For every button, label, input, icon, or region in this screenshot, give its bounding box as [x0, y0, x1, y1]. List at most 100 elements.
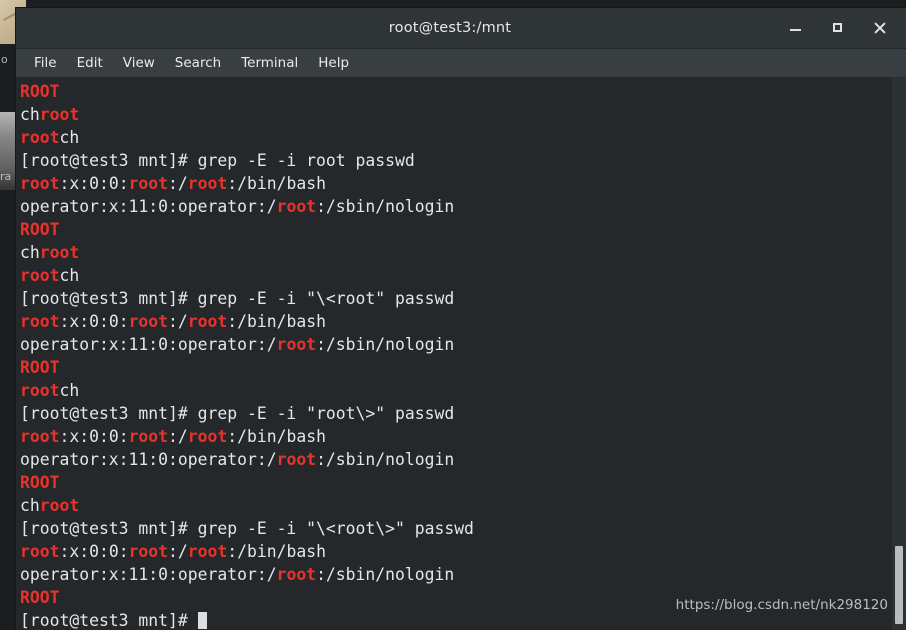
match-highlight: root [128, 312, 169, 331]
match-highlight: root [128, 542, 169, 561]
match-highlight: root [128, 174, 169, 193]
terminal-line: operator:x:11:0:operator:/root:/sbin/nol… [20, 195, 906, 218]
terminal-line: chroot [20, 494, 906, 517]
terminal-line: [root@test3 mnt]# grep -E -i "root\>" pa… [20, 402, 906, 425]
terminal-text: [root@test3 mnt]# grep -E -i root passwd [20, 151, 415, 170]
terminal-text: [root@test3 mnt]# grep -E -i "\<root\>" … [20, 519, 474, 538]
terminal-line: ROOT [20, 471, 906, 494]
terminal-line: root:x:0:0:root:/root:/bin/bash [20, 310, 906, 333]
terminal-line: ROOT [20, 356, 906, 379]
watermark-text: https://blog.csdn.net/nk298120 [675, 597, 888, 613]
match-highlight: root [20, 381, 60, 400]
terminal-text: ch [20, 105, 40, 124]
terminal-text: :/bin/bash [227, 427, 326, 446]
terminal-text: operator:x:11:0:operator:/ [20, 450, 277, 469]
match-highlight: ROOT [20, 358, 60, 377]
title-bar[interactable]: root@test3:/mnt [16, 8, 906, 49]
terminal-line: [root@test3 mnt]# grep -E -i "\<root" pa… [20, 287, 906, 310]
terminal-text: [root@test3 mnt]# [20, 611, 198, 630]
terminal-line: operator:x:11:0:operator:/root:/sbin/nol… [20, 448, 906, 471]
terminal-text: operator:x:11:0:operator:/ [20, 335, 277, 354]
match-highlight: root [39, 105, 80, 124]
match-highlight: ROOT [20, 220, 60, 239]
terminal-text: :/bin/bash [227, 312, 326, 331]
terminal-line: root:x:0:0:root:/root:/bin/bash [20, 425, 906, 448]
terminal-line: operator:x:11:0:operator:/root:/sbin/nol… [20, 563, 906, 586]
window-controls [788, 20, 906, 36]
terminal-line: rootch [20, 379, 906, 402]
terminal-text: ch [59, 266, 80, 285]
terminal-text: :/ [168, 312, 188, 331]
menu-item-edit[interactable]: Edit [67, 52, 113, 74]
terminal-line: operator:x:11:0:operator:/root:/sbin/nol… [20, 333, 906, 356]
menu-bar: File Edit View Search Terminal Help [16, 49, 906, 77]
terminal-text: :x:0:0: [59, 174, 129, 193]
terminal-text: :/sbin/nologin [316, 197, 455, 216]
match-highlight: root [20, 427, 60, 446]
terminal-text: :/ [168, 427, 188, 446]
terminal-line: chroot [20, 241, 906, 264]
terminal-text: :x:0:0: [59, 427, 129, 446]
terminal-text: [root@test3 mnt]# grep -E -i "\<root" pa… [20, 289, 455, 308]
terminal-text: ch [59, 128, 80, 147]
maximize-icon[interactable] [830, 20, 846, 36]
menu-item-search[interactable]: Search [165, 52, 231, 74]
match-highlight: root [39, 243, 80, 262]
terminal-window: root@test3:/mnt File Edit View Search Termin… [16, 8, 906, 630]
terminal-line: ROOT [20, 80, 906, 103]
terminal-text: :/ [168, 542, 188, 561]
terminal-scrollbar[interactable] [892, 77, 906, 630]
match-highlight: root [20, 542, 60, 561]
match-highlight: root [128, 427, 169, 446]
terminal-text: :/bin/bash [227, 174, 326, 193]
terminal-text: :x:0:0: [59, 542, 129, 561]
text-cursor [197, 612, 207, 629]
match-highlight: root [276, 335, 317, 354]
window-title: root@test3:/mnt [388, 20, 512, 36]
terminal-line: ROOT [20, 218, 906, 241]
terminal-text: :/ [168, 174, 188, 193]
match-highlight: root [276, 450, 317, 469]
terminal-text: ch [59, 381, 80, 400]
terminal-line: chroot [20, 103, 906, 126]
match-highlight: root [39, 496, 80, 515]
terminal-scrollbar-thumb[interactable] [895, 546, 903, 624]
terminal-text: :/sbin/nologin [316, 450, 455, 469]
terminal-text: ch [20, 243, 40, 262]
match-highlight: root [187, 312, 228, 331]
terminal-text: :/bin/bash [227, 542, 326, 561]
match-highlight: root [20, 128, 60, 147]
menu-item-terminal[interactable]: Terminal [231, 52, 308, 74]
match-highlight: root [20, 266, 60, 285]
terminal-text: operator:x:11:0:operator:/ [20, 197, 277, 216]
match-highlight: ROOT [20, 473, 60, 492]
match-highlight: root [187, 427, 228, 446]
terminal-text: :x:0:0: [59, 312, 129, 331]
menu-item-help[interactable]: Help [308, 52, 359, 74]
menu-item-file[interactable]: File [24, 52, 67, 74]
terminal-line: root:x:0:0:root:/root:/bin/bash [20, 172, 906, 195]
minimize-icon[interactable] [788, 20, 804, 36]
terminal-text: operator:x:11:0:operator:/ [20, 565, 277, 584]
match-highlight: root [187, 174, 228, 193]
match-highlight: root [276, 197, 317, 216]
match-highlight: ROOT [20, 82, 60, 101]
terminal-line: rootch [20, 126, 906, 149]
desktop-text-fragment-top: o [1, 53, 8, 66]
menu-item-view[interactable]: View [113, 52, 165, 74]
match-highlight: root [187, 542, 228, 561]
terminal-text: :/sbin/nologin [316, 565, 455, 584]
terminal-text: [root@test3 mnt]# grep -E -i "root\>" pa… [20, 404, 455, 423]
match-highlight: ROOT [20, 588, 60, 607]
close-icon[interactable] [872, 20, 888, 36]
terminal-line: [root@test3 mnt]# grep -E -i "\<root\>" … [20, 517, 906, 540]
terminal-output: ROOT chroot rootch [root@test3 mnt]# grep -… [20, 80, 906, 630]
terminal-line: root:x:0:0:root:/root:/bin/bash [20, 540, 906, 563]
terminal-body[interactable]: ROOT chroot rootch [root@test3 mnt]# grep -… [16, 77, 906, 630]
desktop-text-fragment-mid: ra [0, 170, 12, 183]
match-highlight: root [276, 565, 317, 584]
match-highlight: root [20, 174, 60, 193]
terminal-text: :/sbin/nologin [316, 335, 455, 354]
terminal-line: [root@test3 mnt]# grep -E -i root passwd [20, 149, 906, 172]
match-highlight: root [20, 312, 60, 331]
